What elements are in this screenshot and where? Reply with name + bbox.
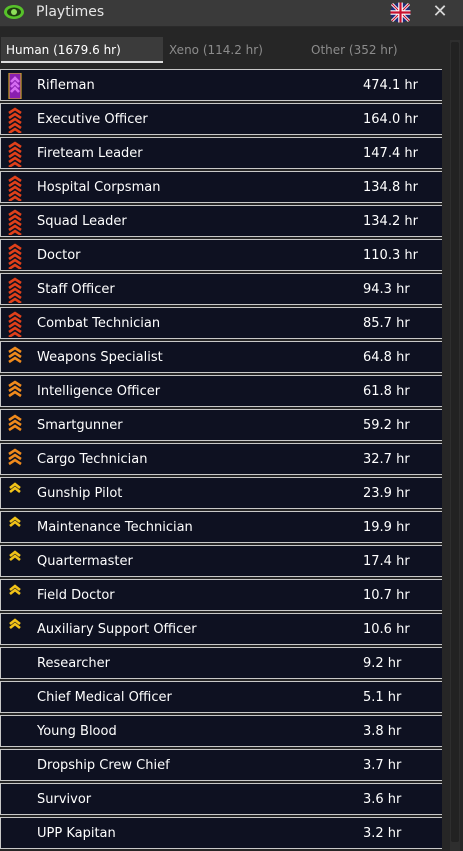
role-playtime: 23.9 hr [363,486,410,501]
red-chevron-stack-icon [8,243,22,269]
role-row: Cargo Technician 32.7 hr [0,443,442,475]
role-playtime: 32.7 hr [363,452,410,467]
role-name: Weapons Specialist [37,350,163,365]
playtime-list: Rifleman 474.1 hr Executive Officer 164.0 h… [0,69,442,851]
red-chevron-stack-icon [8,209,22,235]
role-playtime: 19.9 hr [363,520,410,535]
role-row: Doctor 110.3 hr [0,239,442,271]
role-row: Combat Technician 85.7 hr [0,307,442,339]
role-playtime: 10.7 hr [363,588,410,603]
role-playtime: 3.6 hr [363,792,402,807]
role-name: Hospital Corpsman [37,180,161,195]
role-row: Weapons Specialist 64.8 hr [0,341,442,373]
role-name: Intelligence Officer [37,384,161,399]
role-name: Researcher [37,656,110,671]
role-playtime: 10.6 hr [363,622,410,637]
orange-chevron-stack-icon [8,414,22,432]
role-playtime: 17.4 hr [363,554,410,569]
yellow-chevron-icon [9,482,21,494]
role-name: Chief Medical Officer [37,690,172,705]
role-name: Auxiliary Support Officer [37,622,197,637]
role-row: Staff Officer 94.3 hr [0,273,442,305]
role-playtime: 134.2 hr [363,214,418,229]
tab-bar: Human (1679.6 hr) Xeno (114.2 hr) Other … [0,35,463,65]
role-row: Chief Medical Officer 5.1 hr [0,681,442,713]
eye-icon [4,5,24,19]
role-name: Smartgunner [37,418,123,433]
role-row: Dropship Crew Chief 3.7 hr [0,749,442,781]
orange-chevron-stack-icon [8,380,22,398]
role-playtime: 134.8 hr [363,180,418,195]
role-name: Staff Officer [37,282,115,297]
role-playtime: 61.8 hr [363,384,410,399]
flag-icon [390,2,411,23]
role-row: Maintenance Technician 19.9 hr [0,511,442,543]
role-name: Executive Officer [37,112,148,127]
tab-other[interactable]: Other (352 hr) [311,37,398,63]
red-chevron-stack-icon [8,107,22,133]
role-name: Gunship Pilot [37,486,123,501]
role-row: Smartgunner 59.2 hr [0,409,442,441]
role-name: Combat Technician [37,316,161,331]
role-row: Researcher 9.2 hr [0,647,442,679]
yellow-chevron-icon [9,550,21,562]
yellow-chevron-icon [9,516,21,528]
role-row: Auxiliary Support Officer 10.6 hr [0,613,442,645]
yellow-chevron-icon [9,618,21,630]
role-row: Hospital Corpsman 134.8 hr [0,171,442,203]
role-name: Survivor [37,792,92,807]
role-name: Young Blood [37,724,117,739]
orange-chevron-stack-icon [8,448,22,466]
role-name: Fireteam Leader [37,146,143,161]
red-chevron-stack-icon [8,311,22,337]
role-playtime: 85.7 hr [363,316,410,331]
role-row: Quartermaster 17.4 hr [0,545,442,577]
role-playtime: 94.3 hr [363,282,410,297]
role-name: Doctor [37,248,81,263]
role-row: Squad Leader 134.2 hr [0,205,442,237]
tab-xeno[interactable]: Xeno (114.2 hr) [169,37,263,63]
role-row: UPP Kapitan 3.2 hr [0,817,442,849]
scrollbar[interactable] [450,40,460,851]
role-row: Executive Officer 164.0 hr [0,103,442,135]
role-playtime: 110.3 hr [363,248,418,263]
role-row: Fireteam Leader 147.4 hr [0,137,442,169]
red-chevron-stack-icon [8,141,22,167]
red-chevron-stack-icon [8,175,22,201]
role-playtime: 64.8 hr [363,350,410,365]
orange-chevron-stack-icon [8,346,22,364]
role-name: Field Doctor [37,588,115,603]
role-row: Young Blood 3.8 hr [0,715,442,747]
scrollbar-thumb[interactable] [451,42,459,842]
role-name: UPP Kapitan [37,826,116,841]
role-playtime: 5.1 hr [363,690,402,705]
role-name: Quartermaster [37,554,133,569]
role-row: Gunship Pilot 23.9 hr [0,477,442,509]
title-bar: Playtimes ✕ [0,0,463,27]
purple-rank-stripe-icon [8,73,22,99]
role-name: Dropship Crew Chief [37,758,170,773]
role-playtime: 147.4 hr [363,146,418,161]
role-playtime: 3.2 hr [363,826,402,841]
role-name: Maintenance Technician [37,520,193,535]
yellow-chevron-icon [9,584,21,596]
role-playtime: 3.7 hr [363,758,402,773]
role-row: Intelligence Officer 61.8 hr [0,375,442,407]
role-playtime: 59.2 hr [363,418,410,433]
window-title: Playtimes [36,4,105,20]
role-name: Squad Leader [37,214,127,229]
role-playtime: 164.0 hr [363,112,418,127]
role-name: Rifleman [37,78,95,93]
role-row: Survivor 3.6 hr [0,783,442,815]
role-playtime: 9.2 hr [363,656,402,671]
role-playtime: 474.1 hr [363,78,418,93]
role-row: Field Doctor 10.7 hr [0,579,442,611]
red-chevron-stack-icon [8,277,22,303]
close-button[interactable]: ✕ [430,1,450,23]
role-playtime: 3.8 hr [363,724,402,739]
role-name: Cargo Technician [37,452,148,467]
tab-human[interactable]: Human (1679.6 hr) [1,37,163,63]
role-row: Rifleman 474.1 hr [0,69,442,101]
